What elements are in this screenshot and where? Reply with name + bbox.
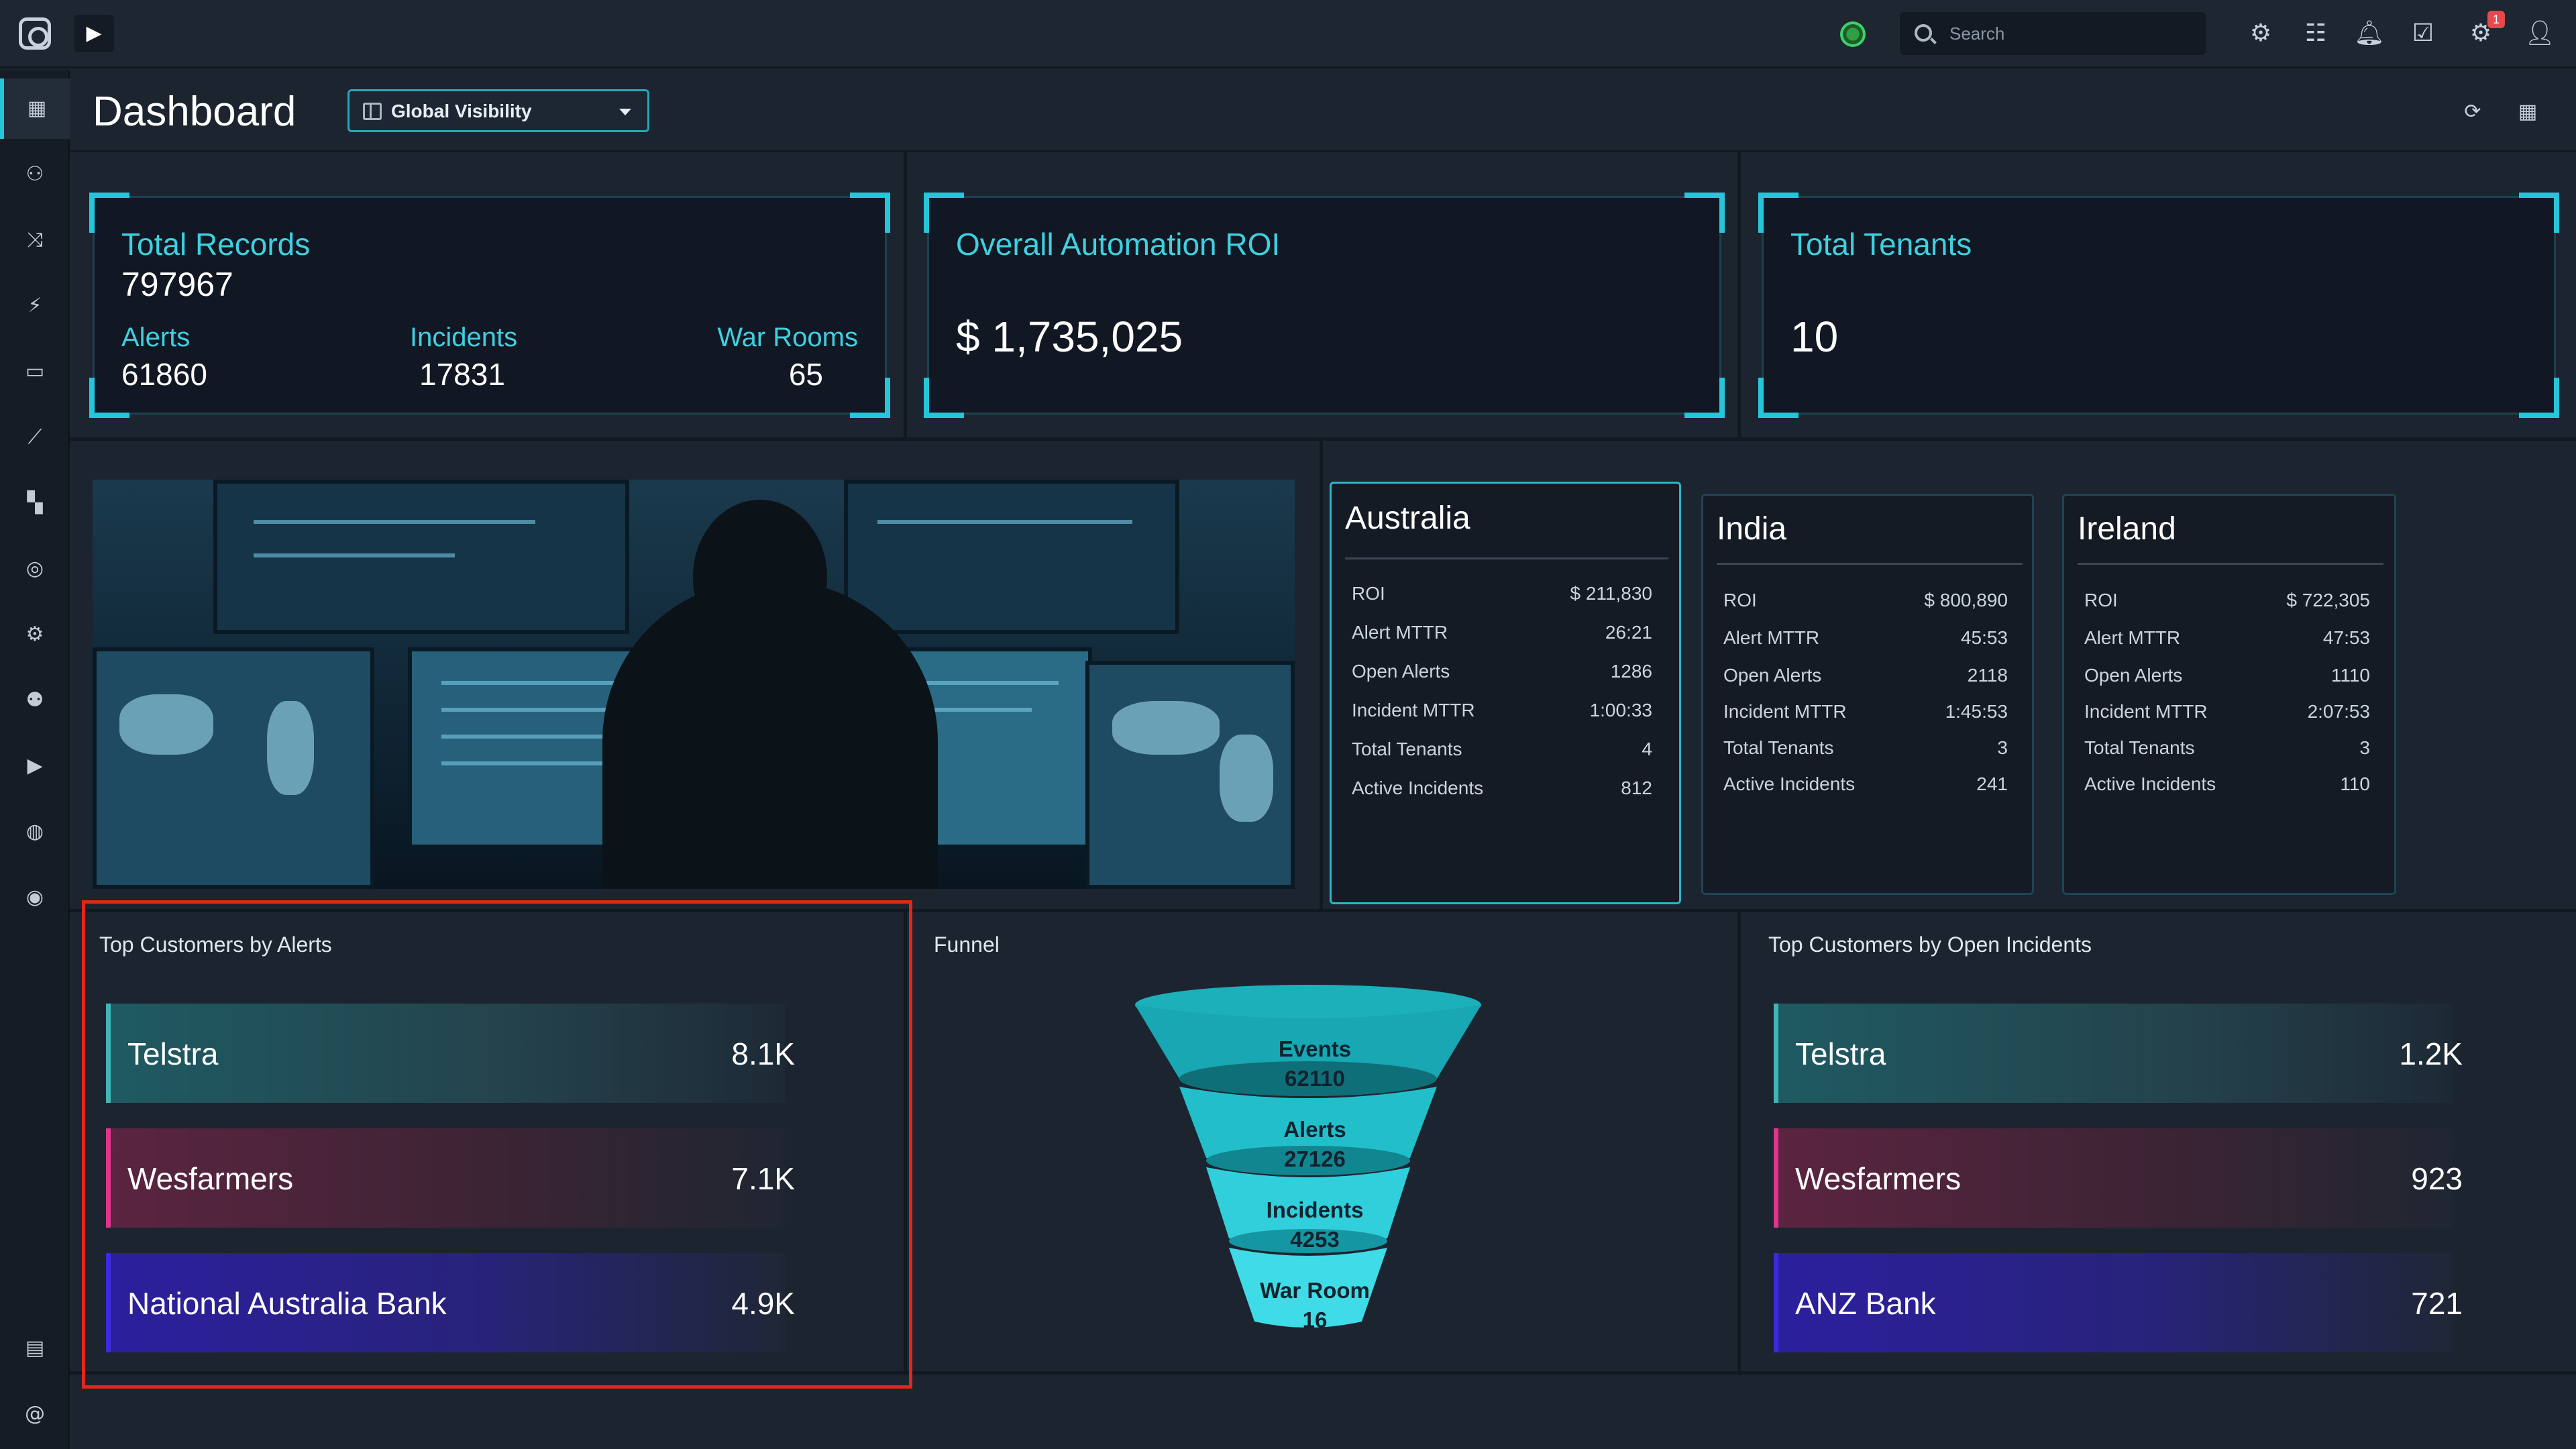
selection-highlight — [82, 900, 912, 1389]
notification-badge: 1 — [2487, 11, 2505, 28]
sidebar-apps-icon[interactable]: ▚ — [0, 473, 70, 533]
funnel-label-alerts: Alerts 27126 — [1283, 1117, 1346, 1171]
settings-gear-icon[interactable]: ⚙ — [2245, 17, 2277, 50]
clipboard-check-icon[interactable]: ☑ — [2407, 17, 2439, 50]
layout-icon — [363, 103, 382, 120]
region-card-australia[interactable]: Australia ROI $ 211,830 Alert MTTR 26:21 O… — [1330, 482, 1681, 904]
chevron-down-icon — [619, 109, 631, 115]
region-name: India — [1717, 511, 1787, 547]
region-card-india[interactable]: India ROI $ 800,890 Alert MTTR 45:53 Open … — [1701, 494, 2034, 895]
expand-sidebar-button[interactable]: ▶ — [74, 15, 114, 52]
user-avatar-icon[interactable]: 👤︎ — [2524, 17, 2556, 50]
customer-name: ANZ Bank — [1795, 1286, 1936, 1321]
automation-roi-value: $ 1,735,025 — [956, 313, 1183, 361]
customer-value: 923 — [2411, 1161, 2463, 1196]
funnel-label-war-room: War Room 16 — [1260, 1278, 1370, 1332]
sidebar-globe-icon[interactable]: ◍ — [0, 802, 70, 862]
total-records-value: 797967 — [121, 266, 233, 303]
app-logo-icon[interactable] — [19, 17, 51, 50]
top-bar: ▶ ⚙ ☷ 🔔︎ ☑ ⚙ 1 👤︎ — [0, 0, 2576, 68]
search-icon — [1915, 24, 1932, 42]
global-visibility-dropdown[interactable]: Global Visibility — [347, 89, 649, 132]
total-records-title: Total Records — [121, 227, 311, 262]
sidebar-play-icon[interactable]: ▶ — [0, 736, 70, 796]
war-rooms-label: War Rooms — [717, 323, 858, 352]
customer-bar[interactable]: Telstra 1.2K — [1774, 1004, 2463, 1103]
customer-bar[interactable]: ANZ Bank 721 — [1774, 1253, 2463, 1352]
sidebar-dashboard-icon[interactable]: ▦ — [0, 78, 70, 139]
incidents-value: 17831 — [419, 357, 505, 392]
security-operations-image — [93, 480, 1295, 889]
sidebar-chat-icon[interactable]: ◉ — [0, 867, 70, 928]
alerts-label: Alerts — [121, 323, 191, 352]
page-title: Dashboard — [93, 89, 297, 135]
sidebar-users-icon[interactable]: ⚉ — [0, 670, 70, 731]
hierarchy-icon[interactable]: ☷ — [2300, 17, 2332, 50]
incidents-label: Incidents — [410, 323, 518, 352]
region-name: Ireland — [2078, 511, 2176, 547]
total-tenants-card: Total Tenants 10 — [1758, 193, 2559, 418]
sidebar-briefcase-icon[interactable]: ▭ — [0, 341, 70, 402]
sidebar-help-icon[interactable]: @ — [0, 1384, 70, 1444]
region-name: Australia — [1345, 500, 1470, 536]
funnel-label-events: Events 62110 — [1278, 1036, 1352, 1091]
sidebar-threat-icon[interactable]: ⚡ — [0, 276, 70, 336]
customer-bar[interactable]: Wesfarmers 923 — [1774, 1128, 2463, 1228]
sidebar: ▦ ⚇ ⤨ ⚡ ▭ ⟋ ▚ ◎ ⚙ ⚉ ▶ ◍ ◉ ▤ @ — [0, 70, 70, 1449]
total-tenants-title: Total Tenants — [1790, 227, 1972, 262]
sidebar-shuffle-icon[interactable]: ⤨ — [0, 210, 70, 270]
sidebar-automation-icon[interactable]: ◎ — [0, 539, 70, 599]
global-visibility-label: Global Visibility — [391, 101, 532, 121]
war-rooms-value: 65 — [788, 357, 823, 392]
customer-value: 1.2K — [2399, 1036, 2463, 1071]
customer-value: 721 — [2411, 1286, 2463, 1321]
funnel-label-incidents: Incidents 4253 — [1266, 1197, 1364, 1252]
customer-name: Telstra — [1795, 1036, 1886, 1071]
sidebar-reports-icon[interactable]: ⟋ — [0, 407, 70, 468]
region-card-ireland[interactable]: Ireland ROI $ 722,305 Alert MTTR 47:53 Ope… — [2062, 494, 2396, 895]
page-header: Dashboard Global Visibility ⟳ ▦ — [70, 70, 2576, 152]
automation-roi-card: Overall Automation ROI $ 1,735,025 — [924, 193, 1725, 418]
total-tenants-value: 10 — [1790, 313, 1839, 361]
funnel-title: Funnel — [934, 932, 1000, 957]
sidebar-clipboard-icon[interactable]: ▤ — [0, 1318, 70, 1379]
sidebar-integrations-icon[interactable]: ⚙ — [0, 604, 70, 665]
automation-roi-title: Overall Automation ROI — [956, 227, 1281, 262]
total-records-card: Total Records 797967 Alerts 61860 Incide… — [89, 193, 890, 418]
alerts-value: 61860 — [121, 357, 207, 392]
search-box[interactable] — [1900, 12, 2206, 55]
status-indicator-icon[interactable] — [1840, 21, 1866, 47]
customer-name: Wesfarmers — [1795, 1161, 1962, 1196]
refresh-icon[interactable]: ⟳ — [2458, 97, 2487, 127]
bell-icon[interactable]: 🔔︎ — [2353, 17, 2385, 50]
top-incidents-title: Top Customers by Open Incidents — [1768, 932, 2092, 957]
dashboard-settings-icon[interactable]: ▦ — [2513, 97, 2542, 127]
search-input[interactable] — [1949, 20, 2191, 47]
sidebar-incidents-icon[interactable]: ⚇ — [0, 144, 70, 205]
